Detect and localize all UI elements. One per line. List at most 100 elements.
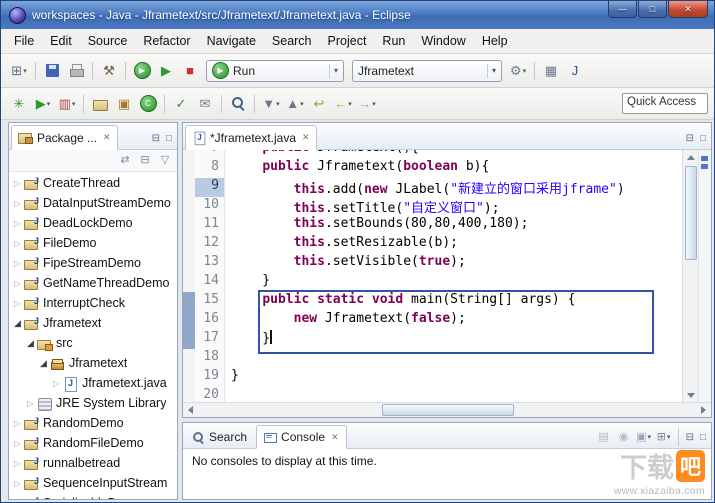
expander-icon[interactable]: ▷ (11, 459, 24, 468)
tab-jframetext-java[interactable]: *Jframetext.java ✕ (185, 125, 317, 150)
close-icon[interactable]: ✕ (103, 132, 111, 143)
expander-icon[interactable]: ▷ (11, 479, 24, 488)
minimize-window-button[interactable]: — (608, 1, 637, 18)
tree-item-jframetext[interactable]: ◢Jframetext (9, 353, 177, 373)
last-edit-button[interactable]: ↩ (308, 93, 330, 115)
tree-item-randomdemo[interactable]: ▷RandomDemo (9, 413, 177, 433)
tab-console[interactable]: Console✕ (256, 425, 347, 449)
maximize-view-icon[interactable]: □ (700, 133, 706, 144)
code-line-17[interactable]: 17 } (183, 330, 682, 349)
close-window-button[interactable]: ✕ (668, 1, 708, 18)
menu-project[interactable]: Project (320, 31, 375, 51)
tree-item-jre-system-library[interactable]: ▷JRE System Library (9, 393, 177, 413)
debug-last-button[interactable]: ✳ (8, 93, 30, 115)
new-class-button[interactable]: C (137, 93, 159, 115)
new-package-button[interactable]: ▣ (113, 93, 135, 115)
tree-item-getnamethreaddemo[interactable]: ▷GetNameThreadDemo (9, 273, 177, 293)
collapse-all-button[interactable]: ⊟ (136, 152, 154, 170)
coverage-button[interactable]: ▥▾ (56, 93, 78, 115)
report-button[interactable]: ✉ (194, 93, 216, 115)
scroll-down-button[interactable] (683, 388, 698, 402)
open-perspective-button[interactable]: ▦ (540, 60, 562, 82)
clear-console-button[interactable]: ▤ (595, 428, 613, 446)
code-line-14[interactable]: 14 } (183, 273, 682, 292)
tree-item-datainputstreamdemo[interactable]: ▷DataInputStreamDemo (9, 193, 177, 213)
next-annotation-button[interactable]: ▼▾ (260, 93, 282, 115)
tree-item-deadlockdemo[interactable]: ▷DeadLockDemo (9, 213, 177, 233)
code-line-18[interactable]: 18 (183, 349, 682, 368)
maximize-view-icon[interactable]: □ (700, 432, 706, 443)
ruler-mark[interactable] (701, 164, 708, 169)
expander-icon[interactable]: ▷ (11, 279, 24, 288)
code-line-16[interactable]: 16 new Jframetext(false); (183, 311, 682, 330)
mark-task-button[interactable]: ✓ (170, 93, 192, 115)
build-all-button[interactable]: ⚒ (98, 60, 120, 82)
horizontal-scroll-track[interactable] (198, 403, 696, 417)
code-line-15[interactable]: 15 public static void main(String[] args… (183, 292, 682, 311)
quick-access-box[interactable]: Quick Access (622, 93, 708, 114)
code-line-7[interactable]: 7 public Jframetext(){ (183, 150, 682, 159)
view-menu-button[interactable]: ▽ (156, 152, 174, 170)
scroll-up-button[interactable] (683, 150, 698, 164)
code-line-20[interactable]: 20 (183, 387, 682, 402)
expander-icon[interactable]: ▷ (11, 239, 24, 248)
expander-icon[interactable]: ▷ (11, 259, 24, 268)
run-button[interactable]: ▶ (155, 60, 177, 82)
pin-console-button[interactable]: ◉ (615, 428, 633, 446)
code-line-19[interactable]: 19} (183, 368, 682, 387)
new-wizard-button[interactable]: ⊞▾ (8, 60, 30, 82)
expander-icon[interactable]: ▷ (11, 219, 24, 228)
menu-edit[interactable]: Edit (42, 31, 80, 51)
run-mode-combo[interactable]: ▶Run▾ (206, 60, 344, 82)
menu-window[interactable]: Window (413, 31, 473, 51)
expander-icon[interactable]: ▷ (11, 439, 24, 448)
ruler-mark[interactable] (701, 156, 708, 161)
expander-icon[interactable]: ▷ (11, 419, 24, 428)
scroll-left-button[interactable] (183, 403, 198, 417)
tab-package-explorer[interactable]: Package ... ✕ (11, 125, 118, 150)
tree-item-sequenceinputstream[interactable]: ▷SequenceInputStream (9, 473, 177, 493)
horizontal-scroll-thumb[interactable] (382, 404, 513, 416)
stop-button[interactable]: ■ (179, 60, 201, 82)
tree-item-src[interactable]: ◢src (9, 333, 177, 353)
expander-icon[interactable]: ▷ (24, 399, 37, 408)
tree-item-interruptcheck[interactable]: ▷InterruptCheck (9, 293, 177, 313)
code-line-13[interactable]: 13 this.setVisible(true); (183, 254, 682, 273)
expander-icon[interactable]: ◢ (24, 338, 37, 349)
tab-search[interactable]: Search (185, 426, 254, 448)
tree-item-serializabledemo[interactable]: ▷SerializableDemo (9, 493, 177, 499)
launch-config-combo[interactable]: Jframetext▾ (352, 60, 502, 82)
minimize-view-icon[interactable]: ⊟ (686, 432, 694, 443)
close-icon[interactable]: ✕ (302, 132, 310, 143)
vertical-scroll-thumb[interactable] (685, 166, 697, 260)
expander-icon[interactable]: ▷ (11, 299, 24, 308)
tree-item-fipestreamdemo[interactable]: ▷FipeStreamDemo (9, 253, 177, 273)
run-history-button[interactable]: ▶▾ (32, 93, 54, 115)
code-line-12[interactable]: 12 this.setResizable(b); (183, 235, 682, 254)
minimize-view-icon[interactable]: ⊟ (686, 133, 694, 144)
expander-icon[interactable]: ▷ (11, 199, 24, 208)
link-editor-button[interactable]: ⇄ (116, 152, 134, 170)
expander-icon[interactable]: ▷ (11, 179, 24, 188)
tree-item-randomfiledemo[interactable]: ▷RandomFileDemo (9, 433, 177, 453)
overview-ruler[interactable] (698, 150, 711, 402)
menu-refactor[interactable]: Refactor (135, 31, 198, 51)
tree-item-filedemo[interactable]: ▷FileDemo (9, 233, 177, 253)
expander-icon[interactable]: ▷ (11, 499, 24, 500)
code-line-9[interactable]: 9 this.add(new JLabel("新建立的窗口采用jframe") (183, 178, 682, 197)
menu-navigate[interactable]: Navigate (199, 31, 264, 51)
menu-help[interactable]: Help (474, 31, 516, 51)
horizontal-scrollbar[interactable] (183, 402, 711, 417)
tree-item-runnalbetread[interactable]: ▷runnalbetread (9, 453, 177, 473)
code-line-8[interactable]: 8 public Jframetext(boolean b){ (183, 159, 682, 178)
tree-item-jframetext[interactable]: ◢Jframetext (9, 313, 177, 333)
forward-button[interactable]: →▾ (356, 93, 378, 115)
code-line-10[interactable]: 10 this.setTitle("自定义窗口"); (183, 197, 682, 216)
code-line-11[interactable]: 11 this.setBounds(80,80,400,180); (183, 216, 682, 235)
tree-item-jframetext-java[interactable]: ▷Jframetext.java (9, 373, 177, 393)
print-button[interactable] (65, 60, 87, 82)
save-button[interactable] (41, 60, 63, 82)
java-perspective-button[interactable]: J (564, 60, 586, 82)
display-console-button[interactable]: ▣▾ (635, 428, 653, 446)
back-button[interactable]: ←▾ (332, 93, 354, 115)
